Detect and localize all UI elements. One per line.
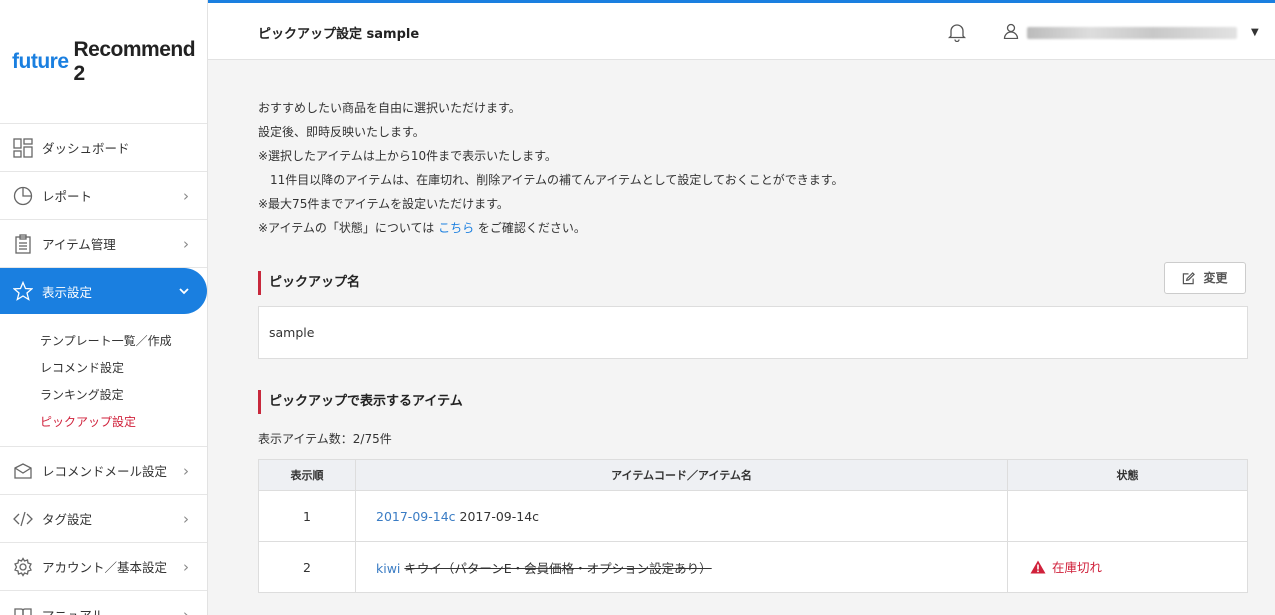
user-icon — [1003, 23, 1019, 42]
gear-icon — [12, 556, 34, 578]
pickup-name-value: sample — [258, 306, 1248, 359]
warning-icon — [1030, 560, 1046, 574]
user-menu[interactable]: ▼ — [1003, 23, 1259, 42]
chevron-right-icon: › — [183, 605, 189, 615]
item-name: 2017-09-14c — [459, 508, 540, 524]
pie-chart-icon — [12, 185, 34, 207]
intro-line: おすすめしたい商品を自由に選択いただけます。 — [258, 101, 521, 115]
edit-button[interactable]: 変更 — [1164, 262, 1246, 294]
sidebar-item-label: ダッシュボード — [42, 141, 130, 156]
row-status: 在庫切れ — [1007, 541, 1248, 593]
table-row: 2 kiwi キウイ（パターンE・会員価格・オプション設定あり） 在庫切れ — [258, 541, 1248, 593]
out-of-stock-badge: 在庫切れ — [1030, 557, 1102, 576]
brand-part2: Recommend 2 — [73, 37, 196, 85]
row-item: 2017-09-14c 2017-09-14c — [355, 490, 1008, 542]
item-name: キウイ（パターンE・会員価格・オプション設定あり） — [404, 560, 712, 576]
sidebar-item-label: タグ設定 — [42, 512, 93, 527]
sidebar-item-items[interactable]: アイテム管理 › — [0, 220, 207, 268]
intro-text: おすすめしたい商品を自由に選択いただけます。 設定後、即時反映いたします。 ※選… — [258, 96, 1248, 240]
table-header-row: 表示順 アイテムコード／アイテム名 状態 — [258, 459, 1248, 491]
edit-icon — [1182, 271, 1196, 285]
sidebar-item-account[interactable]: アカウント／基本設定 › — [0, 543, 207, 591]
intro-text-post: をご確認ください。 — [474, 221, 586, 235]
sidebar-item-label: アカウント／基本設定 — [42, 560, 168, 575]
page-title: ピックアップ設定 sample — [258, 27, 420, 42]
column-header-item: アイテムコード／アイテム名 — [355, 459, 1008, 491]
intro-line: 11件目以降のアイテムは、在庫切れ、削除アイテムの補てんアイテムとして設定してお… — [258, 173, 844, 187]
column-header-order: 表示順 — [258, 459, 356, 491]
chevron-down-icon — [179, 282, 189, 300]
row-item: kiwi キウイ（パターンE・会員価格・オプション設定あり） — [355, 541, 1008, 593]
brand-part1: future — [12, 49, 69, 73]
chevron-right-icon: › — [183, 509, 189, 528]
sidebar-item-tags[interactable]: タグ設定 › — [0, 495, 207, 543]
row-order: 2 — [258, 541, 356, 593]
mail-icon — [12, 460, 34, 482]
table-row: 1 2017-09-14c 2017-09-14c — [258, 490, 1248, 542]
code-icon — [12, 508, 34, 530]
caret-down-icon: ▼ — [1251, 27, 1259, 38]
item-code-link[interactable]: kiwi — [376, 561, 400, 576]
sidebar-item-label: レポート — [42, 189, 93, 204]
book-icon — [12, 604, 34, 615]
submenu-item-ranking[interactable]: ランキング設定 — [40, 382, 207, 409]
header: ピックアップ設定 sample ▼ — [208, 0, 1275, 60]
section-title: ピックアップ名 — [269, 275, 361, 290]
sidebar: future Recommend 2 ダッシュボード レポート › アイテム管理… — [0, 0, 208, 615]
status-text: 在庫切れ — [1052, 560, 1103, 576]
item-count: 表示アイテム数：2/75件 — [258, 432, 392, 446]
sidebar-item-report[interactable]: レポート › — [0, 172, 207, 220]
display-settings-submenu: テンプレート一覧／作成 レコメンド設定 ランキング設定 ピックアップ設定 — [0, 316, 207, 447]
sidebar-item-recommend-mail[interactable]: レコメンドメール設定 › — [0, 447, 207, 495]
column-header-status: 状態 — [1007, 459, 1248, 491]
intro-line: ※選択したアイテムは上から10件まで表示いたします。 — [258, 149, 557, 163]
brand-logo[interactable]: future Recommend 2 — [0, 0, 207, 124]
edit-button-label: 変更 — [1203, 271, 1228, 285]
bell-icon[interactable] — [947, 22, 967, 45]
item-code-link[interactable]: 2017-09-14c — [376, 509, 456, 524]
submenu-item-templates[interactable]: テンプレート一覧／作成 — [40, 328, 207, 355]
intro-text-pre: ※アイテムの「状態」については — [258, 221, 439, 235]
sidebar-item-label: マニュアル — [42, 605, 104, 615]
user-name-redacted — [1027, 26, 1237, 39]
intro-line: 設定後、即時反映いたします。 — [258, 125, 425, 139]
sidebar-item-label: レコメンドメール設定 — [42, 464, 168, 479]
pickup-name-heading: ピックアップ名 変更 — [258, 262, 1248, 295]
sidebar-item-label: アイテム管理 — [42, 237, 116, 252]
items-table: 表示順 アイテムコード／アイテム名 状態 1 2017-09-14c 2017-… — [258, 459, 1248, 593]
sidebar-item-display-settings[interactable]: 表示設定 — [0, 268, 207, 314]
dashboard-icon — [12, 137, 34, 159]
intro-line: ※アイテムの「状態」については こちら をご確認ください。 — [258, 216, 1248, 240]
section-title: ピックアップで表示するアイテム — [269, 394, 463, 409]
row-order: 1 — [258, 490, 356, 542]
main-content: おすすめしたい商品を自由に選択いただけます。 設定後、即時反映いたします。 ※選… — [258, 60, 1248, 593]
items-heading: ピックアップで表示するアイテム — [258, 390, 1248, 414]
help-link[interactable]: こちら — [438, 221, 474, 235]
clipboard-icon — [12, 233, 34, 255]
chevron-right-icon: › — [183, 461, 189, 480]
submenu-item-pickup[interactable]: ピックアップ設定 — [40, 409, 207, 436]
star-icon — [12, 280, 34, 302]
chevron-right-icon: › — [183, 234, 189, 253]
sidebar-item-label: 表示設定 — [42, 284, 93, 300]
sidebar-item-dashboard[interactable]: ダッシュボード — [0, 124, 207, 172]
chevron-right-icon: › — [183, 186, 189, 205]
chevron-right-icon: › — [183, 557, 189, 576]
intro-line: ※最大75件までアイテムを設定いただけます。 — [258, 197, 509, 211]
sidebar-item-manual[interactable]: マニュアル › — [0, 591, 207, 615]
row-status — [1007, 490, 1248, 542]
submenu-item-recommend[interactable]: レコメンド設定 — [40, 355, 207, 382]
